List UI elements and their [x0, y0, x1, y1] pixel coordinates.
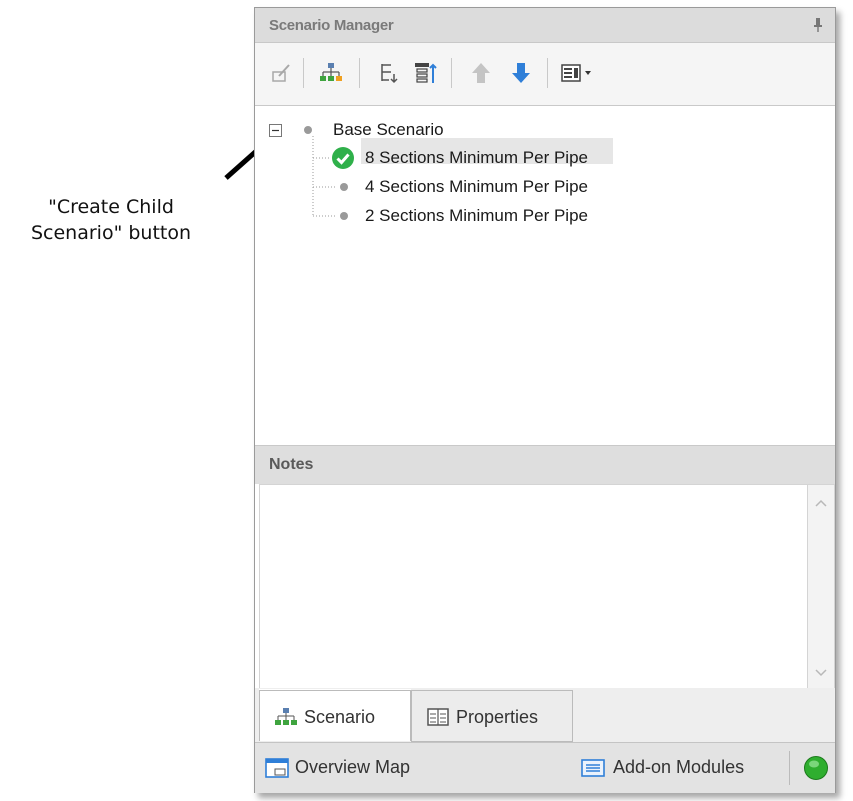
panel-titlebar: Scenario Manager: [255, 8, 835, 43]
tree-node-4-sections[interactable]: 4 Sections Minimum Per Pipe: [331, 175, 621, 199]
move-down-icon[interactable]: [507, 59, 535, 87]
tab-scenario[interactable]: Scenario: [259, 690, 411, 741]
status-dot-icon: [340, 183, 348, 191]
scenario-toolbar: [255, 43, 835, 106]
overview-map-button[interactable]: Overview Map: [295, 757, 410, 778]
toolbar-separator: [547, 58, 548, 88]
view-options-dropdown-icon[interactable]: [559, 59, 595, 87]
tree-node-8-sections[interactable]: 8 Sections Minimum Per Pipe: [331, 146, 621, 170]
tab-label: Scenario: [304, 707, 376, 727]
scroll-up-icon[interactable]: [815, 499, 827, 507]
notes-title: Notes: [269, 456, 314, 473]
create-child-scenario-icon[interactable]: [317, 59, 345, 87]
notes-header: Notes: [255, 445, 835, 484]
scenario-tree-icon: [275, 708, 297, 725]
collapse-toggle-icon[interactable]: [269, 124, 282, 137]
tree-node-label: 8 Sections Minimum Per Pipe: [365, 148, 588, 167]
expand-tree-icon[interactable]: [411, 59, 439, 87]
panel-title: Scenario Manager: [269, 17, 394, 34]
collapse-tree-icon[interactable]: [375, 59, 403, 87]
current-scenario-check-icon: [332, 147, 354, 169]
bottom-bar-separator: [789, 751, 790, 785]
toolbar-separator: [451, 58, 452, 88]
scroll-down-icon[interactable]: [815, 669, 827, 677]
move-up-icon[interactable]: [467, 59, 495, 87]
notes-scrollbar[interactable]: [807, 484, 835, 690]
overview-map-icon[interactable]: [265, 757, 289, 779]
status-indicator-icon: [804, 756, 828, 780]
toolbar-separator: [359, 58, 360, 88]
status-dot-icon: [340, 212, 348, 220]
tree-node-label: Base Scenario: [333, 120, 444, 139]
notes-textarea[interactable]: [259, 484, 809, 690]
scenario-tree: Base Scenario 8 Sections Minimum Per Pip…: [255, 106, 835, 436]
add-on-modules-button[interactable]: Add-on Modules: [613, 757, 744, 778]
edit-scenario-icon[interactable]: [267, 59, 295, 87]
bottom-bar: Overview Map Add-on Modules: [255, 742, 835, 793]
add-on-modules-icon[interactable]: [581, 757, 605, 779]
toolbar-separator: [303, 58, 304, 88]
tree-node-2-sections[interactable]: 2 Sections Minimum Per Pipe: [331, 204, 621, 228]
tab-label: Properties: [456, 707, 539, 727]
panel-tabs: Scenario Properties: [255, 688, 835, 742]
callout-line-2: Scenario" button: [30, 222, 192, 244]
callout-line-1: "Create Child: [48, 196, 174, 218]
pin-icon[interactable]: [813, 18, 823, 32]
tree-node-label: 2 Sections Minimum Per Pipe: [365, 206, 588, 225]
annotation-callout: "Create Child Scenario" button: [0, 194, 222, 246]
tab-properties[interactable]: Properties: [411, 690, 573, 742]
tree-node-label: 4 Sections Minimum Per Pipe: [365, 177, 588, 196]
status-dot-icon: [304, 126, 312, 134]
properties-grid-icon: [427, 708, 449, 726]
scenario-manager-panel: Scenario Manager Base Scenario 8 Section…: [254, 7, 836, 793]
